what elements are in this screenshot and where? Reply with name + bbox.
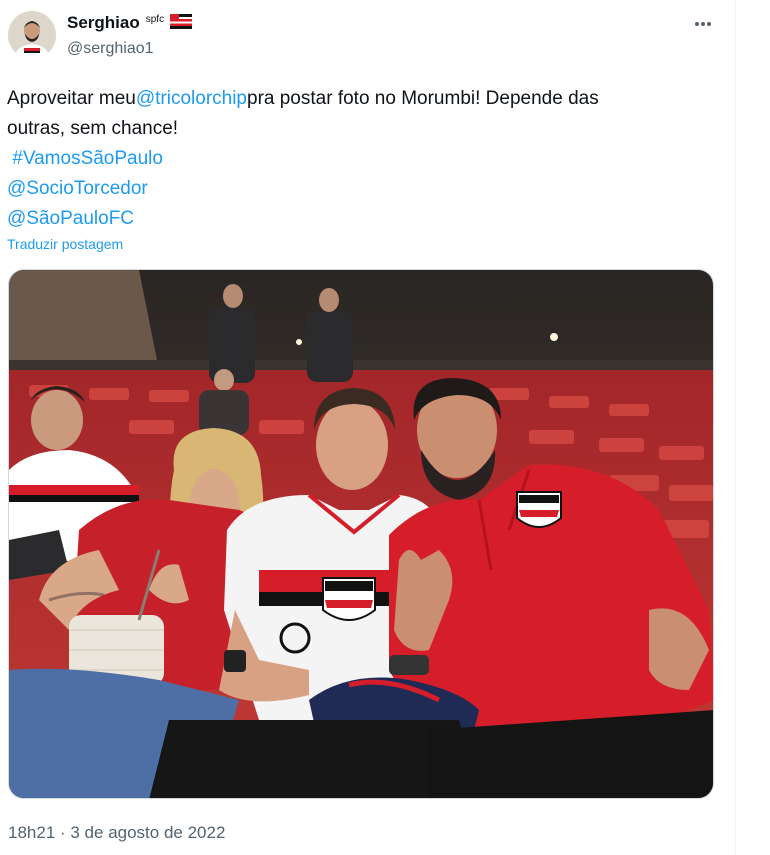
tweet-text: Aproveitar meu@tricolorchippra postar fo… xyxy=(7,84,727,234)
avatar[interactable] xyxy=(8,11,56,59)
tweet-line-5: @SãoPauloFC xyxy=(7,204,727,234)
name-badge: spfc xyxy=(145,13,165,25)
tweet-line-3: #VamosSãoPaulo xyxy=(7,144,727,174)
avatar-image xyxy=(8,11,56,59)
more-horizontal-icon xyxy=(695,22,711,26)
mention-saopaulofc-link[interactable]: @SãoPauloFC xyxy=(7,208,134,229)
tweet-text-segment: Aproveitar meu xyxy=(7,88,136,109)
tweet-line-1: Aproveitar meu@tricolorchippra postar fo… xyxy=(7,84,727,114)
stadium-photo xyxy=(9,270,713,798)
mention-tricolorchip-link[interactable]: @tricolorchip xyxy=(136,88,247,109)
mention-sociotorcedor-link[interactable]: @SocioTorcedor xyxy=(7,178,148,199)
display-name[interactable]: Serghiao xyxy=(67,13,140,33)
author-name-row[interactable]: Serghiao spfc xyxy=(67,13,193,33)
translate-post-link[interactable]: Traduzir postagem xyxy=(7,236,123,252)
tweet-line-4: @SocioTorcedor xyxy=(7,174,727,204)
author-handle[interactable]: @serghiao1 xyxy=(67,40,154,58)
sao-paulo-flag-icon xyxy=(170,13,193,29)
more-options-button[interactable] xyxy=(690,14,716,34)
tweet-line-2: outras, sem chance! xyxy=(7,118,179,139)
timeline-divider xyxy=(735,0,736,855)
tweet-text-segment: pra postar foto no Morumbi! Depende das xyxy=(247,88,599,109)
tweet-timestamp[interactable]: 18h21 · 3 de agosto de 2022 xyxy=(8,823,225,843)
hashtag-link[interactable]: #VamosSãoPaulo xyxy=(12,148,163,169)
tweet-photo[interactable] xyxy=(8,269,714,799)
